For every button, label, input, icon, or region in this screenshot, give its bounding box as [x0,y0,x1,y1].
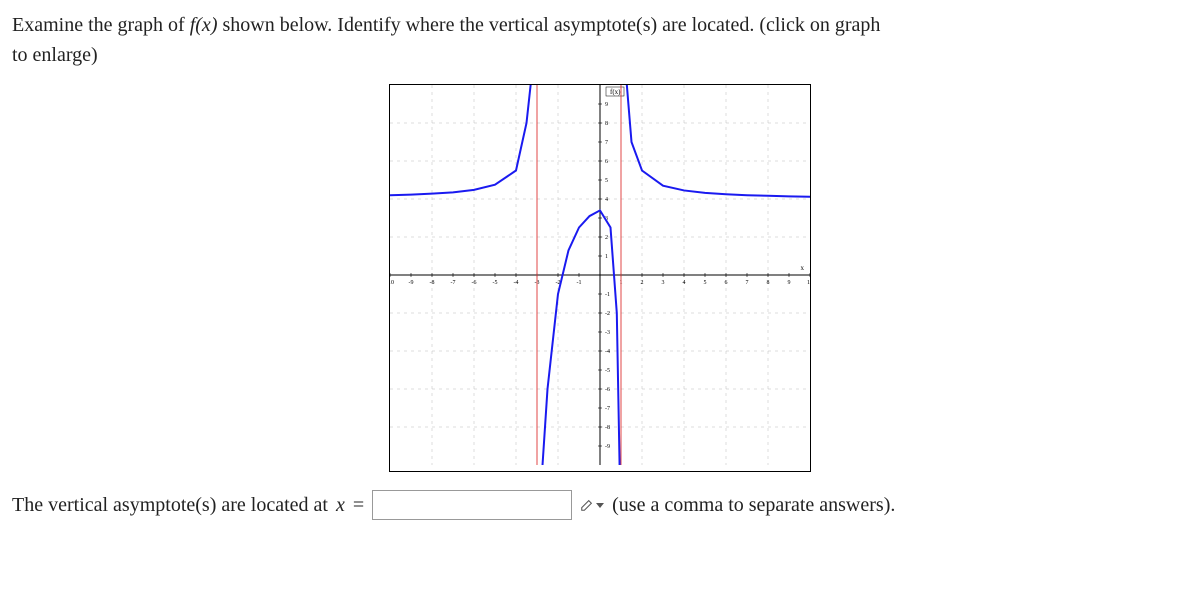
svg-text:5: 5 [704,280,707,286]
answer-input[interactable] [372,490,572,520]
chevron-down-icon [596,503,604,508]
svg-text:-7: -7 [605,406,610,412]
svg-text:-9: -9 [409,280,414,286]
svg-text:-5: -5 [605,368,610,374]
question-fx: f(x) [190,14,218,36]
svg-text:3: 3 [662,280,665,286]
svg-text:5: 5 [605,178,608,184]
svg-text:-2: -2 [605,311,610,317]
svg-text:6: 6 [725,280,728,286]
svg-text:-1: -1 [605,292,610,298]
svg-text:-4: -4 [514,280,519,286]
question-line1-suffix: shown below. Identify where the vertical… [217,14,880,36]
answer-prompt-prefix: The vertical asymptote(s) are located at [12,494,328,517]
svg-text:-8: -8 [430,280,435,286]
svg-text:-9: -9 [605,444,610,450]
svg-text:2: 2 [641,280,644,286]
svg-text:9: 9 [788,280,791,286]
svg-text:7: 7 [605,140,608,146]
svg-text:-7: -7 [451,280,456,286]
answer-hint: (use a comma to separate answers). [612,494,895,517]
graph-container: -10 -9 -8 -7 -6 -5 -4 -3 -2 -1 1 2 3 4 5 6 7 8 9 10 -9 -8 -7 -6… [12,84,1188,472]
graph[interactable]: -10 -9 -8 -7 -6 -5 -4 -3 -2 -1 1 2 3 4 5 6 7 8 9 10 -9 -8 -7 -6… [389,84,811,472]
svg-text:2: 2 [605,235,608,241]
answer-row: The vertical asymptote(s) are located at… [12,490,1188,520]
svg-text:-4: -4 [605,349,610,355]
svg-text:8: 8 [767,280,770,286]
svg-text:7: 7 [746,280,749,286]
svg-text:-10: -10 [390,280,394,286]
svg-text:4: 4 [683,280,686,286]
pencil-icon [580,498,594,512]
question-text: Examine the graph of f(x) shown below. I… [12,10,1188,70]
answer-equals: = [353,494,364,517]
input-mode-button[interactable] [580,498,604,512]
svg-text:f(x): f(x) [610,88,621,96]
svg-text:-6: -6 [605,387,610,393]
svg-text:x: x [801,264,805,272]
svg-text:8: 8 [605,121,608,127]
svg-text:-1: -1 [577,280,582,286]
svg-text:9: 9 [605,102,608,108]
question-line1-prefix: Examine the graph of [12,14,190,36]
svg-text:-5: -5 [493,280,498,286]
svg-text:4: 4 [605,197,608,203]
svg-text:-8: -8 [605,425,610,431]
answer-variable: x [336,494,345,517]
svg-text:6: 6 [605,159,608,165]
svg-text:-6: -6 [472,280,477,286]
svg-text:10: 10 [807,280,810,286]
svg-text:-3: -3 [605,330,610,336]
svg-text:1: 1 [605,254,608,260]
chart-svg: -10 -9 -8 -7 -6 -5 -4 -3 -2 -1 1 2 3 4 5 6 7 8 9 10 -9 -8 -7 -6… [390,85,810,465]
question-line2: to enlarge) [12,44,98,66]
